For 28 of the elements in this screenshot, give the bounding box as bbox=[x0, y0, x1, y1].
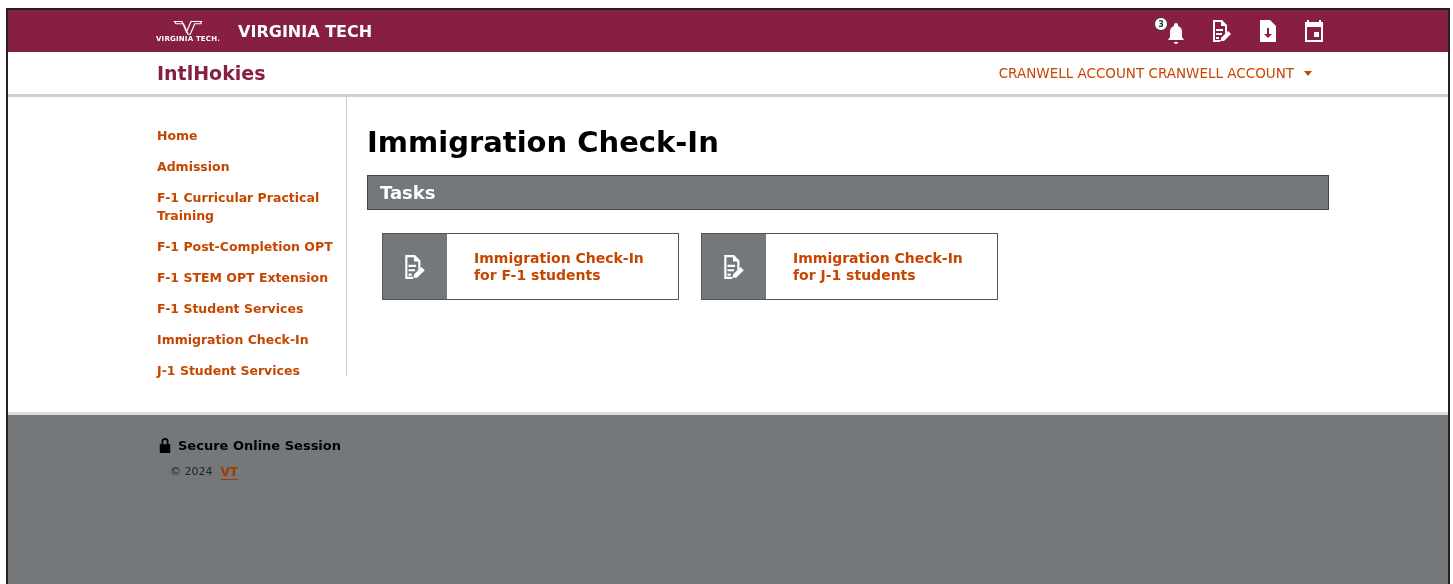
page-title: Immigration Check-In bbox=[367, 125, 720, 159]
task-title: Immigration Check-In bbox=[793, 249, 963, 267]
section-header: Tasks bbox=[367, 175, 1329, 210]
sidebar-link[interactable]: Admission bbox=[157, 158, 337, 176]
sidebar-link[interactable]: J-1 Student Services bbox=[157, 362, 337, 380]
sidebar-link[interactable]: F-1 Student Services bbox=[157, 300, 337, 318]
account-menu[interactable]: CRANWELL ACCOUNT CRANWELL ACCOUNT bbox=[998, 65, 1312, 81]
sidebar-link[interactable]: F-1 STEM OPT Extension bbox=[157, 269, 337, 287]
secure-session-label: Secure Online Session bbox=[178, 437, 341, 453]
sidebar-link[interactable]: Home bbox=[157, 127, 337, 145]
task-subtitle: for F-1 students bbox=[474, 266, 602, 284]
notifications-button[interactable]: 3 bbox=[1154, 17, 1188, 45]
site-title[interactable]: IntlHokies bbox=[157, 62, 266, 84]
sidebar-link[interactable]: Immigration Check-In bbox=[157, 331, 337, 349]
logo-mark bbox=[173, 19, 204, 35]
task-subtitle: for J-1 students bbox=[793, 266, 917, 284]
caret-icon bbox=[1304, 70, 1312, 76]
lock-icon bbox=[158, 437, 172, 453]
sidebar-link[interactable]: F-1 Curricular Practical Training bbox=[157, 189, 337, 225]
copyright-text: © 2024 bbox=[170, 465, 213, 480]
calendar-icon[interactable] bbox=[1302, 19, 1326, 43]
notification-badge: 3 bbox=[1154, 17, 1168, 31]
task-title: Immigration Check-In bbox=[474, 249, 644, 267]
task-card[interactable]: Immigration Check-In for F-1 students bbox=[382, 233, 679, 300]
task-card[interactable]: Immigration Check-In for J-1 students bbox=[701, 233, 998, 300]
brand-name[interactable]: VIRGINIA TECH bbox=[238, 21, 373, 41]
sidebar-link[interactable]: F-1 Post-Completion OPT bbox=[157, 238, 337, 256]
document-edit-icon[interactable] bbox=[1210, 19, 1234, 43]
